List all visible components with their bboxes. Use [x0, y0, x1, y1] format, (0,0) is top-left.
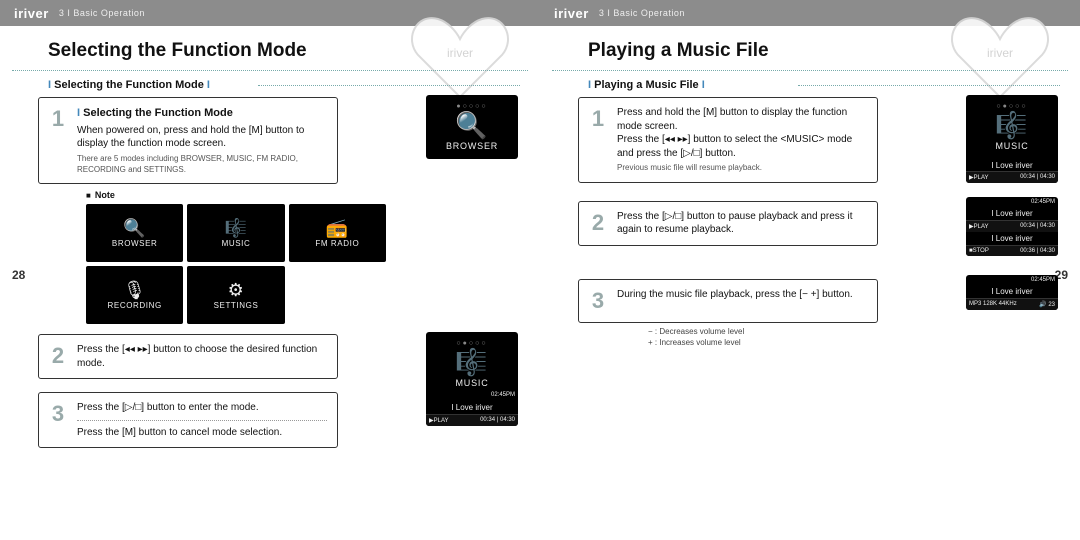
step-text-b: Press the [◂◂ ▸▸] button to select the <… [617, 133, 867, 160]
step-text-a: Press and hold the [M] button to display… [617, 106, 867, 133]
mode-browser: 🔍BROWSER [86, 204, 183, 262]
modes-grid: 🔍BROWSER 🎼MUSIC 📻FM RADIO 🎙RECORDING ⚙SE… [86, 204, 386, 324]
device-screenshot-play-pause: 02:45PM I Love iriver ▶PLAY00:34 | 04:30… [966, 197, 1058, 256]
page-title: Selecting the Function Mode [48, 40, 540, 62]
step-1: M 1 I Selecting the Function Mode When p… [0, 97, 540, 184]
mode-fmradio: 📻FM RADIO [289, 204, 386, 262]
page-right: iriver 3 I Basic Operation iriver 29 Pla… [540, 0, 1080, 540]
note-heading: Note [86, 190, 540, 200]
volume-hint-inc: + : Increases volume level [648, 338, 1080, 347]
music-icon: 🎼 [224, 219, 247, 237]
header-bar-left: iriver 3 I Basic Operation [0, 0, 540, 26]
device-screenshot-volume: 02:45PM I Love iriver MP3 128K 44KHz🔊 23 [966, 275, 1058, 310]
chapter-label: 3 I Basic Operation [599, 8, 685, 18]
step-3: ▶/■ M 3 Press the [▷/□] button to enter … [0, 392, 540, 448]
step-text-a: Press the [▷/□] button to enter the mode… [77, 401, 327, 415]
step-text: Press the [▷/□] button to pause playback… [617, 210, 867, 237]
step-smallnote: There are 5 modes including BROWSER, MUS… [77, 154, 327, 176]
divider [12, 70, 528, 71]
step-number: 1 [49, 106, 67, 175]
step-2: ▶/■ 2 Press the [▷/□] button to pause pl… [540, 201, 1080, 253]
volume-hint-dec: − : Decreases volume level [648, 327, 1080, 336]
step-text: During the music file playback, press th… [617, 288, 867, 314]
chapter-label: 3 I Basic Operation [59, 8, 145, 18]
page-number-left: 28 [12, 268, 25, 282]
device-screenshot-nowplaying: 02:45PM I Love iriver ▶PLAY00:34 | 04:30 [426, 390, 518, 426]
device-screenshot-music-mode: ○●○○○🎼MUSIC I Love iriver ▶PLAY00:34 | 0… [966, 95, 1058, 183]
step-text: When powered on, press and hold the [M] … [77, 124, 327, 151]
step-number: 3 [49, 401, 67, 439]
step-3: − + 3 During the music file playback, pr… [540, 279, 1080, 347]
mode-settings: ⚙SETTINGS [187, 266, 284, 324]
manual-spread: iriver 3 I Basic Operation iriver 28 Sel… [0, 0, 1080, 540]
device-screenshot-music: ○●○○○🎼MUSIC [426, 332, 518, 396]
step-number: 2 [49, 343, 67, 370]
divider [552, 70, 1068, 71]
step-1: M ◂◂ ▸▸ ▶/■ 1 Press and hold the [M] but… [540, 97, 1080, 183]
brand-logo: iriver [554, 6, 589, 21]
step-number: 1 [589, 106, 607, 174]
step-text-b: Press the [M] button to cancel mode sele… [77, 426, 327, 440]
radio-icon: 📻 [326, 219, 349, 237]
mode-recording: 🎙RECORDING [86, 266, 183, 324]
browser-icon: 🔍 [123, 219, 146, 237]
page-left: iriver 3 I Basic Operation iriver 28 Sel… [0, 0, 540, 540]
brand-logo: iriver [14, 6, 49, 21]
step-2: ◂◂ ▸▸ 2 Press the [◂◂ ▸▸] button to choo… [0, 334, 540, 386]
gear-icon: ⚙ [228, 281, 245, 299]
section-heading: I Selecting the Function Mode I [48, 79, 540, 91]
step-subtitle: I Selecting the Function Mode [77, 106, 327, 121]
page-title: Playing a Music File [588, 40, 1080, 62]
step-text: Press the [◂◂ ▸▸] button to choose the d… [77, 343, 327, 370]
step-number: 2 [589, 210, 607, 237]
mic-icon: 🎙 [123, 281, 146, 299]
mode-music: 🎼MUSIC [187, 204, 284, 262]
section-heading: I Playing a Music File I [588, 79, 1080, 91]
device-screenshot-browser: ●○○○○🔍BROWSER [426, 95, 518, 159]
header-bar-right: iriver 3 I Basic Operation [540, 0, 1080, 26]
step-number: 3 [589, 288, 607, 314]
step-smallnote: Previous music file will resume playback… [617, 163, 867, 174]
